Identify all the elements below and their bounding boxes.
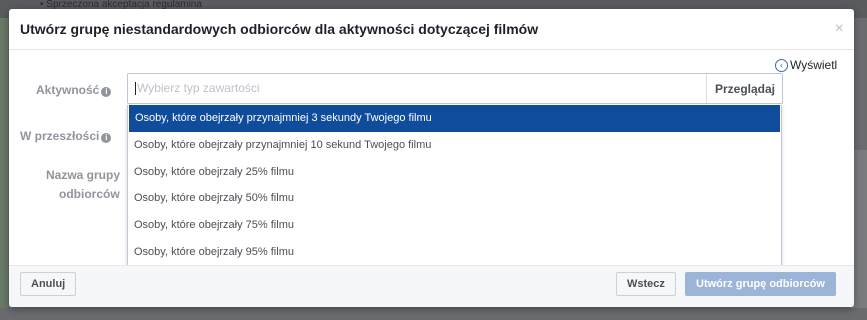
info-icon[interactable]: i: [101, 87, 112, 97]
audience-name-label-line2: odbiorców: [59, 187, 120, 201]
back-button[interactable]: Wstecz: [616, 272, 676, 296]
background-bottom-strip: [0, 308, 867, 320]
info-icon[interactable]: i: [101, 133, 112, 143]
dialog-title: Utwórz grupę niestandardowych odbiorców …: [20, 21, 539, 37]
past-label: W przeszłości i: [20, 129, 112, 143]
content-type-input[interactable]: Wybierz typ zawartości: [135, 82, 260, 95]
background-sidebar-strip: [0, 18, 8, 320]
create-audience-button[interactable]: Utwórz grupę odbiorców: [685, 272, 836, 296]
activity-label: Aktywność i: [36, 83, 112, 97]
content-type-select[interactable]: Wybierz typ zawartości Przeglądaj: [127, 73, 783, 104]
view-link-label: Wyświetl: [790, 58, 838, 72]
activity-label-text: Aktywność: [36, 83, 100, 97]
browse-button[interactable]: Przeglądaj: [705, 74, 782, 103]
content-type-dropdown: Osoby, które obejrzały przynajmniej 3 se…: [127, 105, 782, 267]
close-icon[interactable]: ×: [835, 20, 844, 38]
dialog-header: Utwórz grupę niestandardowych odbiorców …: [9, 9, 854, 50]
view-link[interactable]: ‹ Wyświetl: [775, 58, 837, 72]
dialog-footer: Anuluj Wstecz Utwórz grupę odbiorców: [9, 265, 854, 307]
custom-audience-dialog: Utwórz grupę niestandardowych odbiorców …: [9, 9, 854, 307]
dropdown-option[interactable]: Osoby, które obejrzały 75% filmu: [128, 212, 781, 239]
chevron-left-icon: ‹: [775, 58, 788, 72]
dropdown-option[interactable]: Osoby, które obejrzały przynajmniej 10 s…: [128, 132, 781, 159]
dropdown-option[interactable]: Osoby, które obejrzały przynajmniej 3 se…: [129, 105, 780, 132]
cancel-button[interactable]: Anuluj: [20, 272, 77, 296]
dropdown-option[interactable]: Osoby, które obejrzały 50% filmu: [128, 185, 781, 212]
dropdown-option[interactable]: Osoby, które obejrzały 25% filmu: [128, 158, 781, 185]
audience-name-label-line1: Nazwa grupy: [46, 168, 121, 182]
past-label-text: W przeszłości: [20, 129, 100, 143]
dropdown-option[interactable]: Osoby, które obejrzały 95% filmu: [128, 238, 781, 265]
background-text: • Sprzeczona akceptacja regulamina: [40, 0, 202, 10]
